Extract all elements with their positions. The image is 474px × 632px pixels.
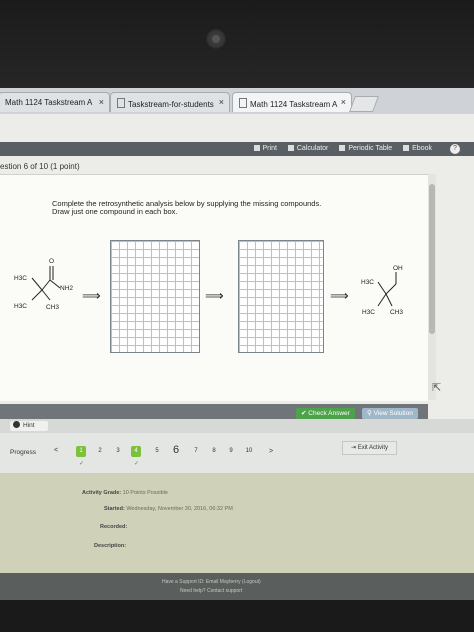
close-tab-icon[interactable]: × — [99, 97, 104, 107]
label-h3c: H3C — [362, 309, 375, 316]
calculator-icon — [287, 145, 294, 151]
progress-question-3[interactable]: 3 — [113, 448, 123, 454]
retrosynthesis-arrow-3: ⟹ — [330, 288, 349, 303]
footer-support-text[interactable]: Have a Support ID: Email Mayberry (Logou… — [162, 579, 261, 585]
printer-icon — [253, 145, 260, 151]
browser-tab-bar: Math 1124 Taskstream A × Taskstream-for-… — [0, 88, 474, 115]
hint-icon — [13, 421, 20, 428]
activity-grade-line: Activity Grade: 10 Points Possible — [82, 490, 168, 496]
completed-check-icon: ✓ — [134, 461, 140, 467]
help-button[interactable]: ? — [450, 144, 460, 154]
question-title: estion 6 of 10 (1 point) — [0, 162, 80, 171]
label-ch3: CH3 — [390, 309, 403, 316]
activity-grade-panel — [0, 473, 474, 573]
screen: Math 1124 Taskstream A × Taskstream-for-… — [0, 88, 474, 600]
check-answer-button[interactable]: ✔ Check Answer — [296, 408, 355, 419]
close-tab-icon[interactable]: × — [341, 97, 346, 107]
close-tab-icon[interactable]: × — [219, 97, 224, 107]
browser-tab-1[interactable]: Math 1124 Taskstream A × — [0, 92, 110, 112]
exit-activity-button[interactable]: ⇥ Exit Activity — [342, 441, 398, 455]
hint-bar — [0, 419, 474, 433]
scrollbar-thumb[interactable] — [429, 184, 435, 334]
laptop-bezel-top — [0, 0, 474, 88]
progress-question-6[interactable]: 6 — [171, 444, 181, 456]
browser-tab-2[interactable]: Taskstream-for-students × — [110, 92, 230, 112]
progress-question-2[interactable]: 2 — [95, 448, 105, 454]
label-h3c: H3C — [14, 275, 27, 282]
document-icon — [117, 98, 125, 108]
view-solution-button[interactable]: ⚲ View Solution — [362, 408, 418, 419]
progress-question-10[interactable]: 10 — [244, 448, 254, 454]
next-question-button[interactable]: > — [266, 448, 276, 455]
webcam — [205, 28, 227, 50]
hint-button[interactable]: Hint — [10, 421, 48, 431]
ebook-button[interactable]: Ebook — [403, 145, 432, 152]
instruction-line-2: Draw just one compound in each box. — [52, 207, 178, 216]
progress-label: Progress — [10, 449, 37, 456]
page-footer — [0, 573, 474, 600]
answer-box-2[interactable] — [238, 240, 324, 353]
footer-help-link[interactable]: Need help? Contact support — [180, 588, 242, 594]
progress-question-5[interactable]: 5 — [152, 448, 162, 454]
answer-box-1[interactable] — [110, 240, 200, 353]
label-oh: OH — [393, 265, 403, 272]
laptop-bezel-bottom — [0, 600, 474, 632]
description-line: Description: — [94, 543, 127, 549]
tab-label: Math 1124 Taskstream A — [250, 100, 338, 109]
tab-label: Taskstream-for-students — [128, 100, 214, 109]
mouse-cursor-icon: ⇱ — [432, 382, 442, 394]
label-h3c: H3C — [14, 303, 27, 310]
tools-menu: Print Calculator Periodic Table Ebook — [245, 145, 432, 152]
calculator-button[interactable]: Calculator — [287, 145, 328, 152]
new-tab-button[interactable] — [349, 96, 379, 112]
starting-material-structure: H3C O NH2 H3C CH3 — [14, 258, 73, 311]
started-line: Started: Wednesday, November 30, 2016, 0… — [104, 506, 233, 512]
progress-area — [0, 433, 474, 473]
print-button[interactable]: Print — [253, 145, 277, 152]
document-icon — [239, 98, 247, 108]
label-h3c: H3C — [361, 279, 374, 286]
previous-question-button[interactable]: < — [54, 447, 58, 454]
recorded-line: Recorded: — [100, 524, 128, 530]
progress-question-8[interactable]: 8 — [209, 448, 219, 454]
label-nh2: NH2 — [60, 285, 73, 292]
progress-question-9[interactable]: 9 — [226, 448, 236, 454]
label-oxygen: O — [49, 258, 54, 265]
label-ch3: CH3 — [46, 304, 59, 311]
tab-label: Math 1124 Taskstream A — [5, 98, 93, 107]
question-scrollbar[interactable] — [428, 174, 436, 400]
progress-question-1[interactable]: 1 — [76, 446, 86, 457]
progress-question-4[interactable]: 4 — [131, 446, 141, 457]
completed-check-icon: ✓ — [79, 461, 85, 467]
retrosynthesis-arrow-2: ⟹ — [205, 288, 224, 303]
retrosynthesis-arrow-1: ⟹ — [82, 288, 101, 303]
table-icon — [339, 145, 346, 151]
book-icon — [403, 145, 410, 151]
progress-question-7[interactable]: 7 — [191, 448, 201, 454]
periodic-table-button[interactable]: Periodic Table — [339, 145, 392, 152]
instructions: Complete the retrosynthetic analysis bel… — [52, 200, 321, 216]
target-molecule-structure: OH H3C H3C CH3 — [361, 265, 403, 316]
browser-tab-3[interactable]: Math 1124 Taskstream A × — [232, 92, 352, 112]
